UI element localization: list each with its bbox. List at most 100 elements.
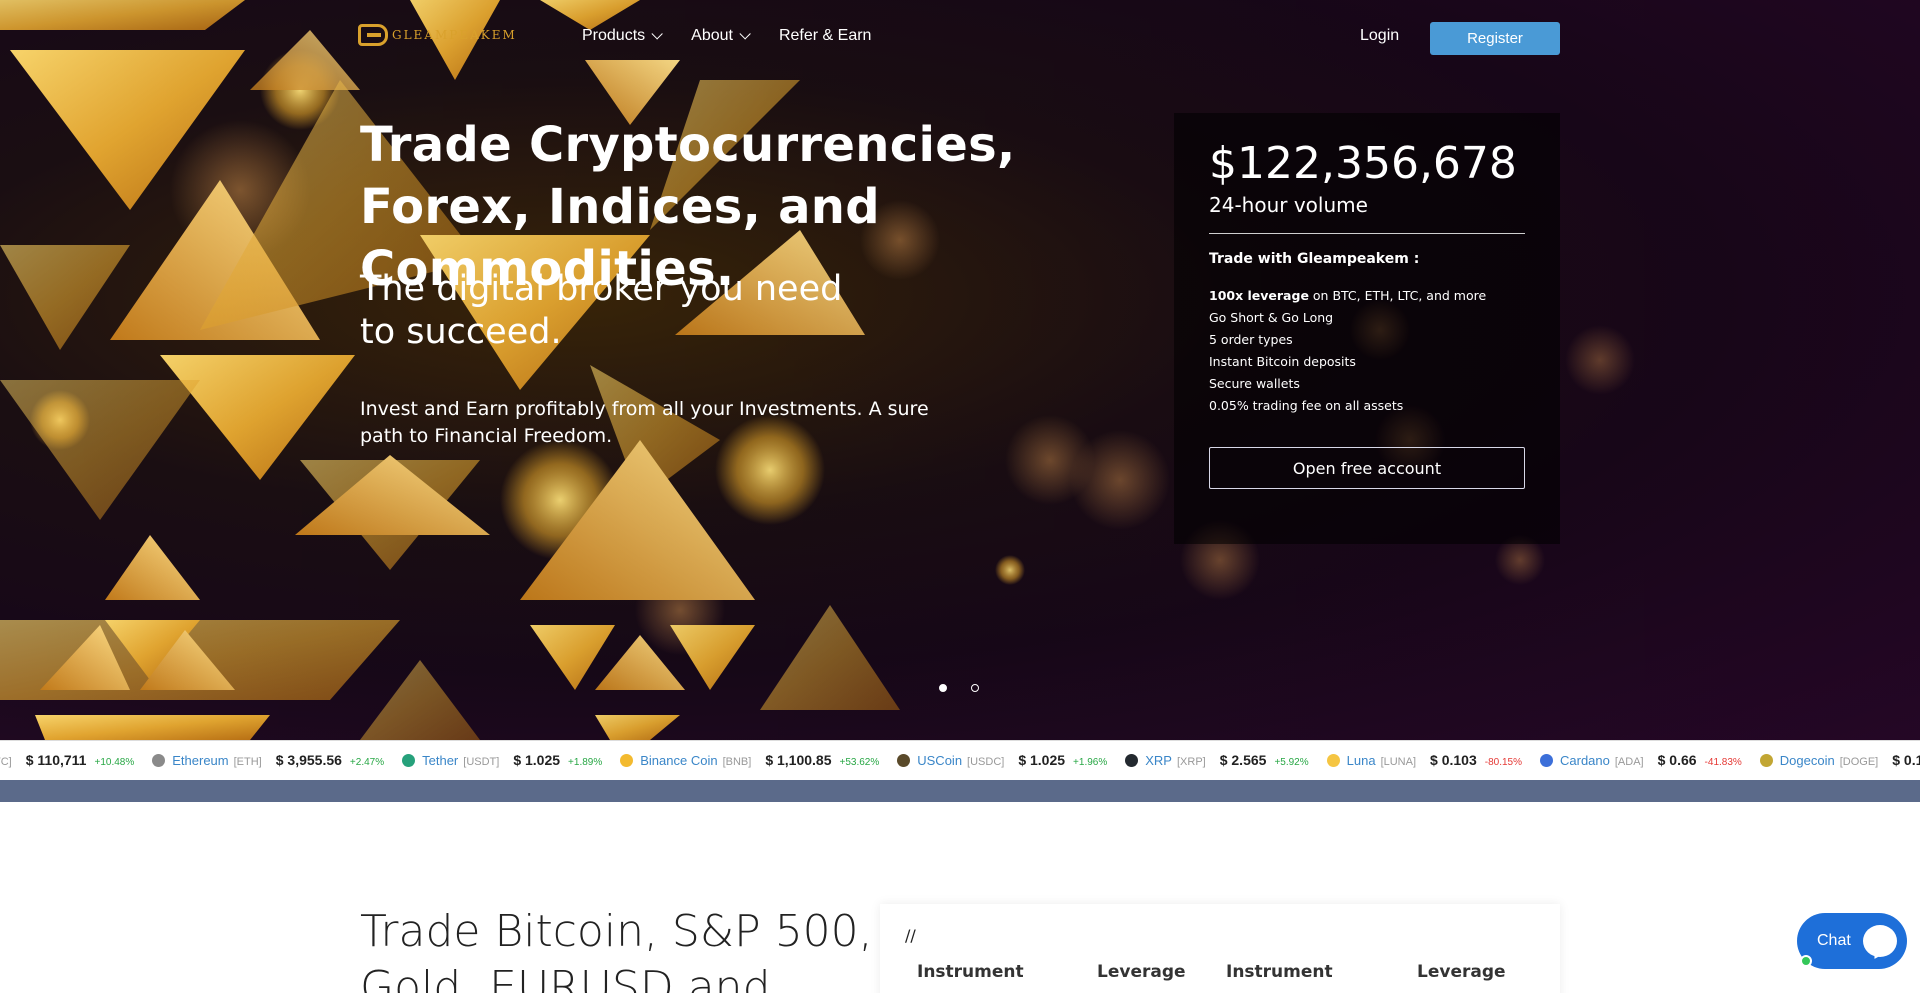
volume-label: 24-hour volume [1209, 193, 1368, 217]
ticker-coin-change: -80.15% [1484, 757, 1522, 768]
ticker-coin-change: +10.48% [94, 757, 135, 768]
ticker-coin-price: $ 2.565 [1219, 752, 1267, 768]
usdc-icon [897, 753, 911, 767]
hero-subheadline: The digital broker you need to succeed. [360, 269, 843, 352]
ticker-coin-price: $ 0.19 [1892, 752, 1920, 768]
feature-text: Instant Bitcoin deposits [1209, 354, 1356, 369]
ticker-item[interactable]: Dogecoin [DOGE] $ 0.19 [1759, 752, 1920, 768]
instrument-table-card: // Instrument Leverage Instrument Levera… [880, 904, 1560, 993]
feature-item: 0.05% trading fee on all assets [1209, 395, 1486, 417]
brand-logo[interactable]: GLEAMPEAKEM [358, 24, 517, 46]
ticker-item[interactable]: Cardano [ADA] $ 0.66 -41.83% [1540, 752, 1742, 768]
ticker-coin-price: $ 110,711 [25, 752, 87, 768]
feature-text: Go Short & Go Long [1209, 310, 1334, 325]
ticker-coin-symbol: [BNB] [722, 756, 752, 768]
card-divider [1209, 233, 1525, 234]
ticker-item[interactable]: Luna [LUNA] $ 0.103 -80.15% [1326, 752, 1522, 768]
logo-text: GLEAMPEAKEM [392, 28, 517, 42]
feature-bold: 100x leverage [1209, 288, 1309, 303]
feature-item: 100x leverage on BTC, ETH, LTC, and more [1209, 285, 1486, 307]
ticker-coin-symbol: [USDC] [967, 756, 1005, 768]
ticker-coin-symbol: [DOGE] [1839, 756, 1879, 768]
ticker-coin-name: XRP [1145, 753, 1172, 768]
feature-item: 5 order types [1209, 329, 1486, 351]
xrp-icon [1125, 753, 1139, 767]
ticker-coin-name: Dogecoin [1779, 753, 1835, 768]
luna-icon [1326, 753, 1340, 767]
carousel-dots [939, 684, 979, 692]
register-button[interactable]: Register [1430, 22, 1560, 55]
ticker-item[interactable]: XRP [XRP] $ 2.565 +5.92% [1125, 752, 1309, 768]
ticker-row: TC] $ 110,711 +10.48% Ethereum [ETH] $ 3,955.… [0, 752, 1920, 768]
nav-item-label: About [691, 27, 733, 44]
ethereum-icon [152, 753, 166, 767]
ticker-coin-name: Luna [1346, 753, 1376, 768]
feature-text: on BTC, ETH, LTC, and more [1308, 288, 1487, 303]
nav-item-label: Refer & Earn [778, 27, 872, 44]
ticker-item[interactable]: TC] $ 110,711 +10.48% [0, 752, 134, 768]
feature-text: Secure wallets [1209, 376, 1300, 391]
cardano-icon [1540, 753, 1553, 767]
ticker-item[interactable]: Tether [USDT] $ 1.025 +1.89% [402, 752, 602, 768]
feature-text: 0.05% trading fee on all assets [1209, 398, 1404, 413]
carousel-dot-2[interactable] [971, 684, 979, 692]
ticker-item[interactable]: USCoin [USDC] $ 1.025 +1.96% [897, 752, 1107, 768]
chevron-down-icon [651, 28, 663, 40]
ticker-coin-price: $ 1.025 [513, 752, 561, 768]
section-title: Trade Bitcoin, S&P 500, Gold, EURUSD and [360, 906, 873, 993]
ticker-coin-name: Cardano [1560, 753, 1610, 768]
ticker-coin-price: $ 0.66 [1657, 752, 1697, 768]
volume-value: $122,356,678 [1209, 138, 1517, 189]
table-marker: // [905, 926, 916, 945]
chevron-down-icon [739, 28, 751, 40]
nav-item-label: Products [582, 27, 646, 44]
ticker-coin-symbol: [ETH] [233, 756, 262, 768]
open-free-account-button[interactable]: Open free account [1209, 447, 1525, 489]
feature-text: 5 order types [1209, 332, 1293, 347]
ticker-coin-price: $ 3,955.56 [275, 752, 342, 768]
chat-bubble-icon [1863, 925, 1897, 957]
top-navbar: GLEAMPEAKEM Products About Refer & Earn … [0, 0, 1920, 76]
ticker-coin-change: -41.83% [1704, 757, 1742, 768]
trade-with-heading: Trade with Gleampeakem : [1209, 251, 1420, 267]
hero-lead: Invest and Earn profitably from all your… [360, 398, 929, 447]
feature-list: 100x leverage on BTC, ETH, LTC, and more… [1209, 285, 1486, 417]
feature-item: Go Short & Go Long [1209, 307, 1486, 329]
ticker-coin-name: Ethereum [172, 753, 229, 768]
ticker-coin-name: Tether [422, 753, 459, 768]
table-header-instrument: Instrument [1226, 962, 1333, 982]
ticker-coin-price: $ 0.103 [1430, 752, 1477, 768]
nav-item-about[interactable]: About [691, 27, 751, 45]
ticker-coin-symbol: [LUNA] [1380, 756, 1417, 768]
hero-shade-overlay [0, 0, 1920, 740]
ticker-coin-price: $ 1.025 [1018, 752, 1066, 768]
nav-item-refer-earn[interactable]: Refer & Earn [779, 27, 871, 45]
table-header-instrument: Instrument [917, 962, 1024, 982]
chat-label: Chat [1817, 932, 1851, 949]
ticker-band [0, 780, 1920, 802]
login-link[interactable]: Login [1360, 27, 1399, 45]
ticker-coin-name: Binance Coin [640, 753, 718, 768]
carousel-dot-1[interactable] [939, 684, 947, 692]
ticker-coin-symbol: [USDT] [463, 756, 500, 768]
ticker-coin-symbol: [XRP] [1176, 756, 1206, 768]
dogecoin-icon [1759, 753, 1773, 767]
nav-menu: Products About Refer & Earn [582, 27, 903, 45]
table-header-leverage: Leverage [1417, 962, 1506, 982]
ticker-item[interactable]: Ethereum [ETH] $ 3,955.56 +2.47% [152, 752, 384, 768]
binance-icon [620, 753, 634, 767]
ticker-item[interactable]: Binance Coin [BNB] $ 1,100.85 +53.62% [620, 752, 879, 768]
chat-button[interactable]: Chat [1797, 913, 1907, 969]
table-header-leverage: Leverage [1097, 962, 1186, 982]
online-status-indicator [1800, 955, 1812, 967]
feature-item: Secure wallets [1209, 373, 1486, 395]
ticker-coin-price: $ 1,100.85 [765, 752, 832, 768]
ticker-coin-symbol: [ADA] [1614, 756, 1644, 768]
hero-section: GLEAMPEAKEM Products About Refer & Earn … [0, 0, 1920, 740]
nav-item-products[interactable]: Products [582, 27, 663, 45]
tether-icon [402, 753, 416, 767]
ticker-coin-change: +1.89% [568, 757, 603, 768]
ticker-coin-change: +1.96% [1073, 757, 1108, 768]
price-ticker: TC] $ 110,711 +10.48% Ethereum [ETH] $ 3,955.… [0, 740, 1920, 780]
ticker-coin-change: +2.47% [349, 757, 385, 768]
